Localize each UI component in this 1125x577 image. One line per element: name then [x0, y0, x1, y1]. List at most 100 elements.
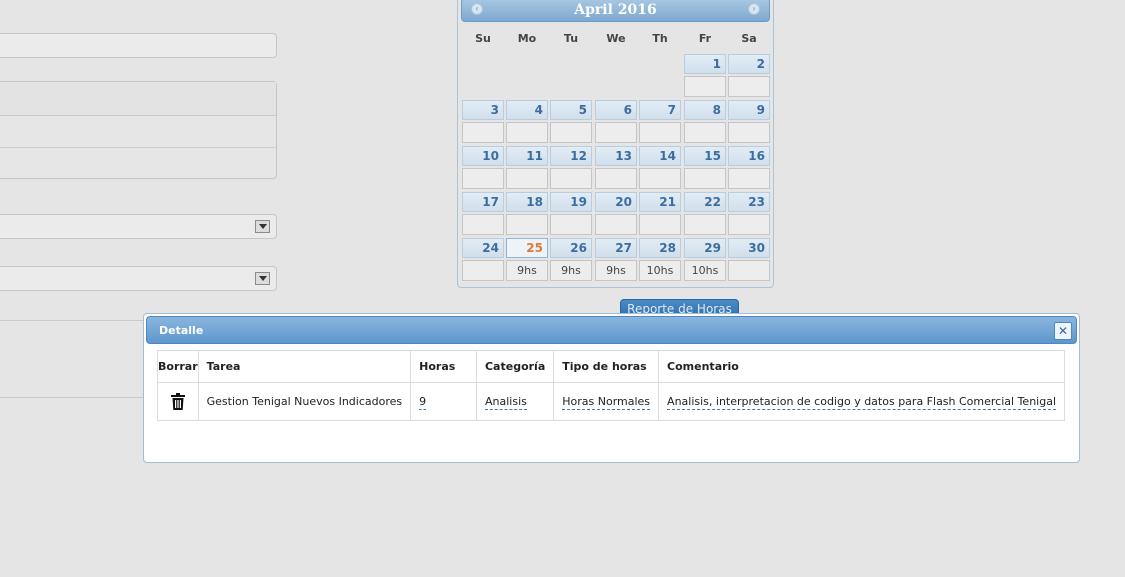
day-hours[interactable]: [506, 168, 548, 189]
next-month-icon[interactable]: ›: [748, 3, 760, 15]
day-hours[interactable]: [684, 122, 726, 143]
select-field-1[interactable]: [0, 214, 277, 239]
day-hours[interactable]: [595, 214, 637, 235]
trash-icon[interactable]: [170, 393, 185, 410]
day-number: 2: [728, 54, 770, 74]
day-number: 8: [684, 100, 726, 120]
day-hours[interactable]: [728, 76, 770, 97]
column-header-comentario: Comentario: [658, 350, 1065, 383]
day-number: 29: [684, 238, 726, 258]
day-hours[interactable]: [684, 168, 726, 189]
day-number: 15: [684, 146, 726, 166]
calendar-day[interactable]: 17: [462, 192, 504, 236]
day-number: 20: [595, 192, 637, 212]
calendar-day[interactable]: 1: [684, 54, 726, 98]
day-hours[interactable]: [462, 260, 504, 281]
calendar-title: April 2016: [574, 2, 657, 18]
day-number: 3: [462, 100, 504, 120]
day-hours[interactable]: [550, 214, 592, 235]
calendar-day[interactable]: 9: [728, 100, 770, 144]
calendar-day[interactable]: 22: [684, 192, 726, 236]
calendar-day[interactable]: 24: [462, 238, 504, 282]
calendar-day[interactable]: 23: [728, 192, 770, 236]
day-number: 10: [462, 146, 504, 166]
chevron-down-icon[interactable]: [255, 272, 270, 285]
calendar-day[interactable]: 14: [639, 146, 681, 190]
calendar-day[interactable]: 3: [462, 100, 504, 144]
day-number: 13: [595, 146, 637, 166]
day-hours[interactable]: [728, 260, 770, 281]
calendar-day[interactable]: 19: [550, 192, 592, 236]
options-panel-row[interactable]: [0, 116, 276, 148]
calendar-day[interactable]: 2: [728, 54, 770, 98]
dialog-title: Detalle: [159, 324, 204, 337]
day-hours[interactable]: [462, 122, 504, 143]
calendar-day[interactable]: 20: [595, 192, 637, 236]
dialog-titlebar: Detalle ✕: [146, 316, 1077, 344]
categoria-cell[interactable]: Analisis: [475, 382, 555, 421]
calendar-day[interactable]: 30: [728, 238, 770, 282]
calendar-day[interactable]: 21: [639, 192, 681, 236]
day-hours[interactable]: 9hs: [506, 260, 548, 281]
calendar-day[interactable]: 11: [506, 146, 548, 190]
comentario-value[interactable]: Analisis, interpretacion de codigo y dat…: [667, 395, 1056, 410]
tipo-cell[interactable]: Horas Normales: [553, 382, 660, 421]
day-number: 7: [639, 100, 681, 120]
calendar-day[interactable]: 8: [684, 100, 726, 144]
calendar-day[interactable]: 15: [684, 146, 726, 190]
calendar-day[interactable]: 7: [639, 100, 681, 144]
close-icon[interactable]: ✕: [1054, 322, 1072, 340]
tipo-value[interactable]: Horas Normales: [562, 395, 651, 410]
day-hours[interactable]: [595, 168, 637, 189]
day-hours[interactable]: [639, 214, 681, 235]
day-hours[interactable]: [684, 76, 726, 97]
day-hours[interactable]: 9hs: [595, 260, 637, 281]
day-hours[interactable]: [728, 214, 770, 235]
calendar-day[interactable]: 6: [595, 100, 637, 144]
day-hours[interactable]: [595, 122, 637, 143]
calendar-day[interactable]: 12: [550, 146, 592, 190]
day-hours[interactable]: [506, 214, 548, 235]
comentario-cell[interactable]: Analisis, interpretacion de codigo y dat…: [658, 382, 1065, 421]
chevron-down-icon[interactable]: [255, 220, 270, 233]
calendar-day[interactable]: 4: [506, 100, 548, 144]
day-hours[interactable]: [684, 214, 726, 235]
day-hours[interactable]: [550, 168, 592, 189]
day-hours[interactable]: [639, 168, 681, 189]
day-hours[interactable]: 10hs: [639, 260, 681, 281]
day-hours[interactable]: 10hs: [684, 260, 726, 281]
day-hours[interactable]: [462, 168, 504, 189]
weekday-label: We: [606, 32, 626, 45]
day-hours[interactable]: 9hs: [550, 260, 592, 281]
calendar-day[interactable]: 16: [728, 146, 770, 190]
calendar-day[interactable]: 5: [550, 100, 592, 144]
day-hours[interactable]: [639, 122, 681, 143]
calendar-day[interactable]: 27 9hs: [595, 238, 637, 282]
day-number: 24: [462, 238, 504, 258]
text-input[interactable]: [0, 33, 277, 58]
calendar-day[interactable]: 29 10hs: [684, 238, 726, 282]
weekday-label: Sa: [741, 32, 757, 45]
day-number: 23: [728, 192, 770, 212]
calendar-day[interactable]: 28 10hs: [639, 238, 681, 282]
day-hours[interactable]: [462, 214, 504, 235]
select-field-2[interactable]: [0, 266, 277, 291]
horas-cell[interactable]: 9: [410, 382, 477, 421]
horas-value[interactable]: 9: [419, 395, 427, 410]
day-number: 27: [595, 238, 637, 258]
day-hours[interactable]: [550, 122, 592, 143]
categoria-value[interactable]: Analisis: [484, 395, 527, 410]
day-number: 28: [639, 238, 681, 258]
day-number: 11: [506, 146, 548, 166]
day-number: 22: [684, 192, 726, 212]
day-hours[interactable]: [506, 122, 548, 143]
calendar-day[interactable]: 10: [462, 146, 504, 190]
options-panel-row[interactable]: [0, 148, 276, 179]
calendar-day[interactable]: 25 9hs: [506, 238, 548, 282]
day-hours[interactable]: [728, 122, 770, 143]
day-number: 25: [506, 238, 548, 258]
calendar-day[interactable]: 13: [595, 146, 637, 190]
calendar-day[interactable]: 18: [506, 192, 548, 236]
day-hours[interactable]: [728, 168, 770, 189]
calendar-day[interactable]: 26 9hs: [550, 238, 592, 282]
